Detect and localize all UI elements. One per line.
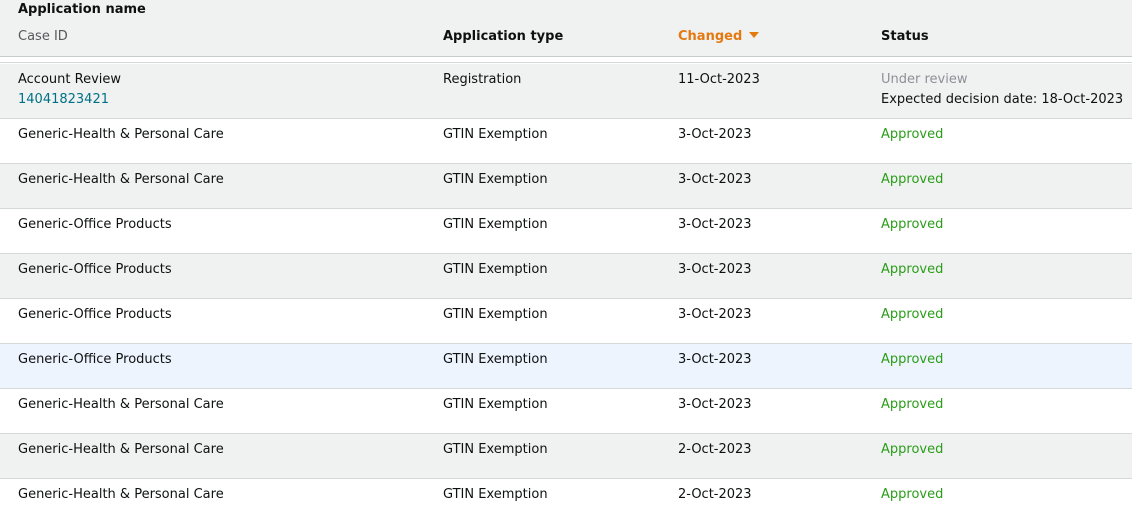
changed-date: 3-Oct-2023 [678, 262, 752, 277]
changed-date: 11-Oct-2023 [678, 72, 760, 87]
application-type: GTIN Exemption [443, 262, 548, 277]
application-name: Generic-Health & Personal Care [18, 397, 224, 412]
application-name: Generic-Office Products [18, 217, 172, 232]
table-header: Application name Case ID Application typ… [0, 0, 1132, 57]
changed-date: 3-Oct-2023 [678, 352, 752, 367]
status-badge: Approved [881, 172, 944, 187]
application-type: GTIN Exemption [443, 307, 548, 322]
applications-table: Application name Case ID Application typ… [0, 0, 1132, 512]
status-badge: Approved [881, 217, 944, 232]
caret-down-icon [749, 31, 760, 38]
table-row[interactable]: Generic-Health & Personal Care GTIN Exem… [0, 119, 1132, 164]
column-header-application-type[interactable]: Application type [443, 29, 563, 44]
column-header-case-id[interactable]: Case ID [18, 29, 68, 44]
changed-date: 3-Oct-2023 [678, 217, 752, 232]
status-badge: Approved [881, 262, 944, 277]
changed-date: 3-Oct-2023 [678, 307, 752, 322]
application-name: Account Review [18, 72, 122, 87]
table-row[interactable]: Generic-Health & Personal Care GTIN Exem… [0, 434, 1132, 479]
application-name: Generic-Office Products [18, 307, 172, 322]
changed-date: 2-Oct-2023 [678, 442, 752, 457]
header-divider [0, 57, 1132, 63]
table-row[interactable]: Generic-Health & Personal Care GTIN Exem… [0, 164, 1132, 209]
status-badge: Approved [881, 352, 944, 367]
changed-date: 2-Oct-2023 [678, 487, 752, 502]
table-row[interactable]: Generic-Office Products GTIN Exemption 3… [0, 209, 1132, 254]
changed-date: 3-Oct-2023 [678, 172, 752, 187]
table-row[interactable]: Account Review 14041823421 Registration … [0, 64, 1132, 119]
application-type: GTIN Exemption [443, 397, 548, 412]
application-type: GTIN Exemption [443, 127, 548, 142]
application-type: Registration [443, 72, 522, 87]
application-type: GTIN Exemption [443, 217, 548, 232]
status-badge: Approved [881, 127, 944, 142]
column-header-changed-label: Changed [678, 29, 743, 44]
application-type: GTIN Exemption [443, 352, 548, 367]
status-badge: Approved [881, 397, 944, 412]
case-id-link[interactable]: 14041823421 [18, 92, 109, 107]
application-name: Generic-Health & Personal Care [18, 442, 224, 457]
status-badge: Approved [881, 442, 944, 457]
application-type: GTIN Exemption [443, 487, 548, 502]
status-badge: Approved [881, 487, 944, 502]
table-row[interactable]: Generic-Health & Personal Care GTIN Exem… [0, 389, 1132, 434]
table-row[interactable]: Generic-Health & Personal Care GTIN Exem… [0, 479, 1132, 512]
application-type: GTIN Exemption [443, 172, 548, 187]
table-row[interactable]: Generic-Office Products GTIN Exemption 3… [0, 254, 1132, 299]
changed-date: 3-Oct-2023 [678, 397, 752, 412]
application-name: Generic-Office Products [18, 262, 172, 277]
application-name: Generic-Office Products [18, 352, 172, 367]
changed-date: 3-Oct-2023 [678, 127, 752, 142]
expected-decision-date: Expected decision date: 18-Oct-2023 [881, 92, 1124, 107]
status-badge: Under review [881, 72, 968, 87]
column-header-changed-sort[interactable]: Changed [678, 29, 760, 44]
column-header-application-name[interactable]: Application name [18, 2, 146, 17]
table-row-hovered[interactable]: Generic-Office Products GTIN Exemption 3… [0, 344, 1132, 389]
application-name: Generic-Health & Personal Care [18, 172, 224, 187]
column-header-status[interactable]: Status [881, 29, 929, 44]
table-row[interactable]: Generic-Office Products GTIN Exemption 3… [0, 299, 1132, 344]
application-name: Generic-Health & Personal Care [18, 127, 224, 142]
application-name: Generic-Health & Personal Care [18, 487, 224, 502]
status-badge: Approved [881, 307, 944, 322]
application-type: GTIN Exemption [443, 442, 548, 457]
